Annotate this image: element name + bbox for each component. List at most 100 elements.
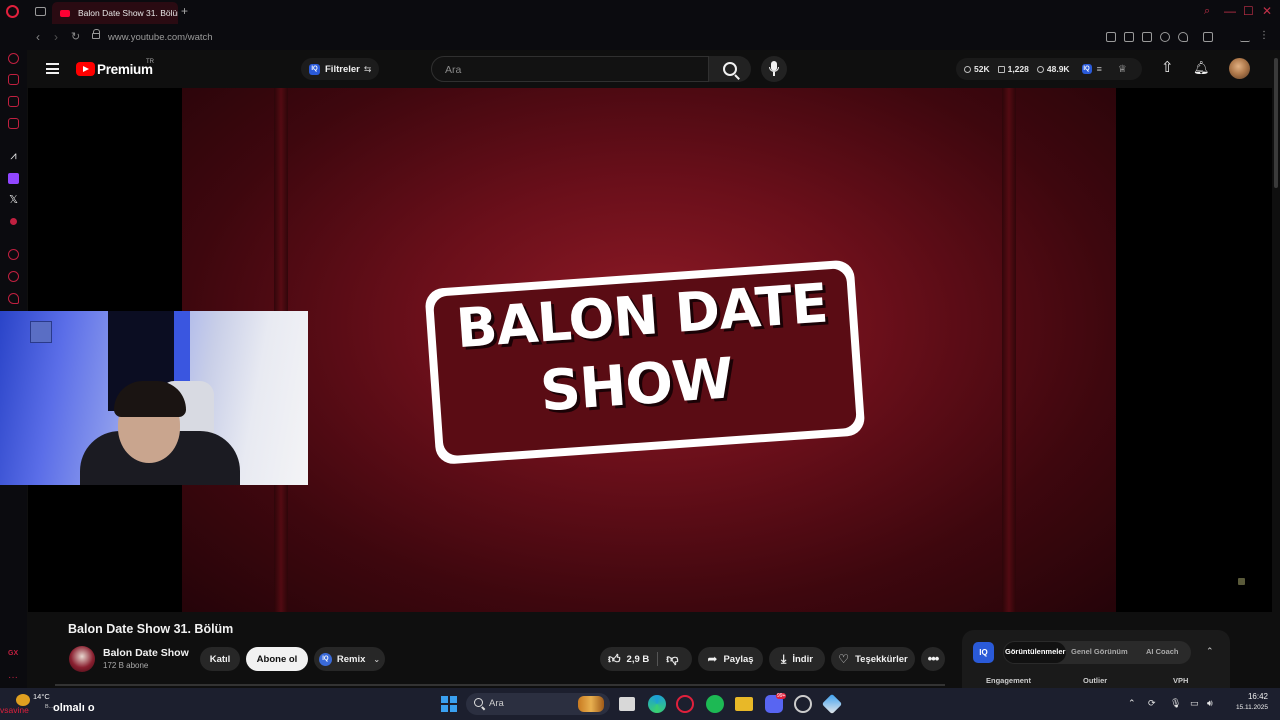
minimize-button[interactable]: — xyxy=(1224,4,1236,18)
browser-tab-active[interactable]: Balon Date Show 31. Bölüm xyxy=(52,2,178,24)
history-icon[interactable] xyxy=(8,271,19,282)
more-sidebar-icon[interactable]: ··· xyxy=(8,672,19,683)
pinboard-icon[interactable] xyxy=(8,293,19,304)
close-window-button[interactable]: ✕ xyxy=(1262,4,1272,18)
search-box xyxy=(431,56,709,82)
tab-overview[interactable]: Genel Görünüm xyxy=(1071,647,1128,656)
x-twitter-icon[interactable]: 𝕏 xyxy=(8,195,19,206)
watching-value: 48.9K xyxy=(1046,64,1070,74)
tray-chevron-icon[interactable]: ⌃ xyxy=(1128,698,1136,709)
taskbar-clock[interactable]: 16:42 15.11.2025 xyxy=(1232,692,1268,711)
play-icon[interactable] xyxy=(1160,32,1170,42)
temperature[interactable]: 14°C xyxy=(33,692,50,701)
music-icon[interactable] xyxy=(10,218,17,225)
back-icon[interactable]: ‹ xyxy=(36,31,40,43)
stream-overlay-text: olmalı o xyxy=(53,702,95,714)
aria-icon[interactable] xyxy=(8,53,19,64)
messenger-icon[interactable] xyxy=(8,96,19,107)
join-button[interactable]: Katıl xyxy=(200,647,240,671)
menu-dots-icon[interactable]: ⋮ xyxy=(1259,31,1269,42)
like-count[interactable]: 2,9 B xyxy=(627,654,650,665)
file-explorer-icon[interactable] xyxy=(735,697,753,711)
tab-islands-icon[interactable] xyxy=(35,7,46,16)
heart-icon[interactable] xyxy=(1178,32,1188,42)
views-icon xyxy=(964,65,971,73)
sliders-icon: ⇆ xyxy=(363,63,372,74)
vidiq-stats-bar[interactable]: 52K 1,228 48.9K IQ ≡ ♕ xyxy=(956,58,1142,80)
start-button[interactable] xyxy=(441,696,457,712)
column-vph: VPH xyxy=(1173,676,1189,685)
subscriber-count: 172 B abone xyxy=(103,661,149,670)
filters-button[interactable]: IQ Filtreler ⇆ xyxy=(301,58,379,80)
spotify-icon[interactable] xyxy=(706,695,724,713)
bookmark-icon[interactable] xyxy=(1106,32,1116,42)
download-icon: ⤓ xyxy=(781,652,787,666)
channel-watermark-icon[interactable] xyxy=(1238,578,1245,585)
search-tabs-icon[interactable]: ⌕ xyxy=(1204,4,1210,18)
collapse-chevron-icon[interactable]: ⌃ xyxy=(1206,646,1214,657)
dislike-icon[interactable]: 👎︎ xyxy=(666,653,678,665)
channel-avatar[interactable] xyxy=(69,646,95,672)
twitch-icon[interactable] xyxy=(8,173,19,184)
instagram-icon[interactable] xyxy=(8,118,19,129)
vidiq-logo-icon[interactable]: IQ xyxy=(973,642,994,663)
extensions-icon[interactable] xyxy=(1203,32,1213,42)
subscribe-button[interactable]: Abone ol xyxy=(246,647,308,671)
snapshot-icon[interactable] xyxy=(1124,32,1134,42)
tab-ai-coach[interactable]: AI Coach xyxy=(1146,647,1179,656)
player-icon[interactable] xyxy=(8,249,19,260)
discord-badge: 99+ xyxy=(776,693,787,699)
download-button[interactable]: ⤓ İndir xyxy=(769,647,825,671)
search-input[interactable] xyxy=(443,63,697,77)
channel-name[interactable]: Balon Date Show xyxy=(103,647,189,659)
like-dislike-group: 👍︎ 2,9 B 👎︎ xyxy=(600,647,692,671)
video-title: Balon Date Show 31. Bölüm xyxy=(68,622,234,636)
microphone-stand xyxy=(773,72,775,76)
edge-icon[interactable] xyxy=(648,695,666,713)
taskbar-search[interactable]: Ara xyxy=(466,693,610,715)
likes-value: 1,228 xyxy=(1007,64,1029,74)
tab-views[interactable]: Görüntülenmeler xyxy=(1005,647,1065,656)
apps-icon[interactable]: ⩘ xyxy=(8,151,19,162)
new-tab-button[interactable]: + xyxy=(181,5,188,17)
opera-gx-icon[interactable] xyxy=(676,695,694,713)
thanks-button[interactable]: ♡ Teşekkürler xyxy=(831,647,915,671)
search-button[interactable] xyxy=(709,56,751,82)
url-field[interactable]: www.youtube.com/watch xyxy=(108,32,213,43)
downloads-icon[interactable] xyxy=(1240,32,1250,42)
share-button[interactable]: ➦ Paylaş xyxy=(698,647,763,671)
like-separator xyxy=(657,652,659,666)
sync-icon[interactable]: ⟳ xyxy=(1148,698,1156,709)
opera-logo-icon[interactable] xyxy=(6,5,19,18)
task-view-icon[interactable] xyxy=(619,697,635,711)
remix-label: Remix xyxy=(336,653,366,665)
page-scrollbar[interactable] xyxy=(1274,58,1278,188)
youtube-premium-label[interactable]: Premium xyxy=(97,62,153,77)
address-bar: ‹ › ↻ www.youtube.com/watch E ⋮ xyxy=(0,26,1280,72)
like-icon[interactable]: 👍︎ xyxy=(608,653,621,665)
notifications-bell-icon[interactable]: 🔔︎ xyxy=(1193,61,1210,75)
voice-search-button[interactable] xyxy=(761,56,787,82)
vidiq-remix-icon: IQ xyxy=(318,652,332,666)
shield-icon[interactable] xyxy=(1142,32,1152,42)
mic-tray-icon[interactable]: 🎙︎ xyxy=(1170,698,1181,709)
hamburger-menu-icon[interactable] xyxy=(46,63,59,74)
show-logo: BALON DATE SHOW xyxy=(424,253,872,473)
more-actions-button[interactable]: ••• xyxy=(921,647,945,671)
steam-icon[interactable] xyxy=(794,695,812,713)
views-value: 52K xyxy=(974,64,990,74)
maximize-button[interactable]: ☐ xyxy=(1243,4,1254,18)
youtube-logo-icon[interactable] xyxy=(76,62,95,76)
volume-icon[interactable]: 🔊︎ xyxy=(1207,698,1213,709)
forward-icon[interactable]: › xyxy=(54,31,58,43)
description-box-edge xyxy=(55,684,945,686)
user-avatar[interactable] xyxy=(1229,58,1250,79)
award-icon: ♕ xyxy=(1117,63,1127,75)
upload-icon[interactable]: ⇧ xyxy=(1161,60,1174,75)
remix-button[interactable]: IQ Remix ⌄ xyxy=(314,647,385,671)
gx-icon[interactable]: GX xyxy=(8,650,19,661)
workspace-icon[interactable] xyxy=(8,74,19,85)
reload-icon[interactable]: ↻ xyxy=(71,31,80,43)
network-icon[interactable]: ▭ xyxy=(1190,698,1199,709)
eye-icon xyxy=(1036,65,1044,73)
